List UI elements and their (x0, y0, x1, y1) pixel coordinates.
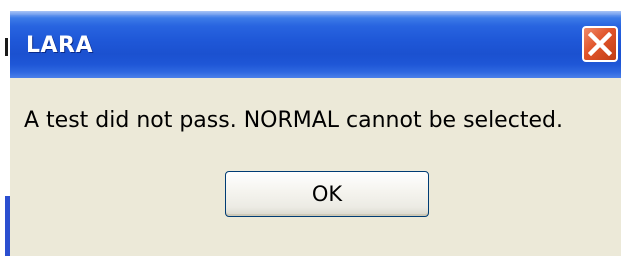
dialog-titlebar[interactable]: LARA (10, 0, 621, 78)
ok-button[interactable]: OK (225, 171, 429, 217)
message-dialog: LARA A test did not pass. NORMAL cannot … (10, 0, 621, 256)
dialog-content: A test did not pass. NORMAL cannot be se… (10, 78, 621, 256)
close-button[interactable] (582, 26, 618, 62)
close-icon (588, 32, 612, 56)
dialog-message: A test did not pass. NORMAL cannot be se… (24, 108, 563, 133)
dialog-title: LARA (26, 33, 94, 58)
background-window-edge (0, 0, 10, 256)
titlebar-highlight (10, 11, 621, 15)
background-window-fragment (5, 38, 8, 56)
